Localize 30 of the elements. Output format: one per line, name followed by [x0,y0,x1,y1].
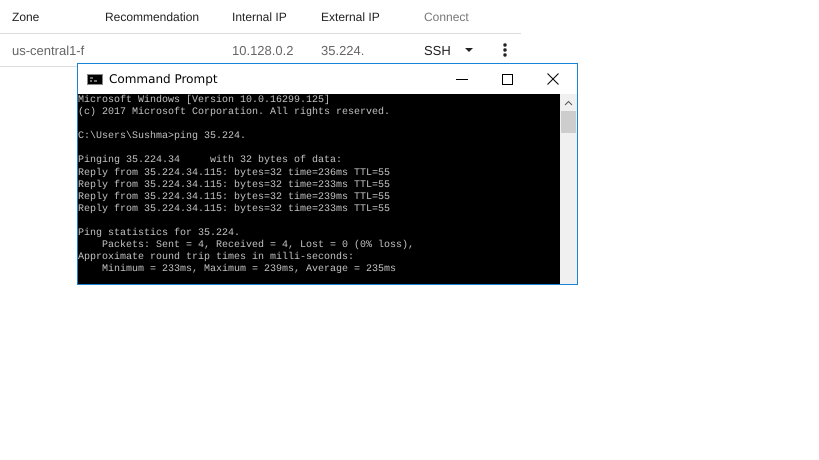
console-line: Reply from 35.224.34.115: bytes=32 time=239ms TTL=55 [78,192,392,204]
column-header: Recommendation [105,10,200,24]
table-cell: us-central1-f [12,42,84,58]
console-line: Approximate round trip times in milli-seconds: [78,252,356,264]
column-header: Connect [424,10,469,24]
column-header: External IP [321,10,380,24]
window-title: Command Prompt [109,72,218,86]
console-line: Minimum = 233ms, Maximum = 239ms, Average = 235ms [101,264,398,276]
terminal-icon [87,74,103,84]
column-header: Zone [12,10,40,24]
table-cell: 10.128.0.2 [232,42,294,58]
more-icon[interactable] [503,43,507,57]
console-line: Reply from 35.224.34.115: bytes=32 time=233ms TTL=55 [78,180,392,192]
console-line: C:\Users\Sushma>ping 35.224. [78,131,248,144]
column-header: Internal IP [232,10,287,24]
console-line: Packets: Sent = 4, Received = 4, Lost = 0 (0% loss), [101,240,416,252]
console-line: Microsoft Windows [Version 10.0.16299.125] [78,95,332,106]
close-icon[interactable] [547,73,559,85]
scrollbar[interactable] [560,94,577,284]
scroll-up-icon[interactable] [564,100,573,106]
table-cell: 35.224. [321,42,364,58]
maximize-icon[interactable] [502,74,513,84]
console-line: Ping statistics for 35.224. [78,228,242,240]
console-line: Reply from 35.224.34.115: bytes=32 time=233ms TTL=55 [78,204,392,216]
console-line: (c) 2017 Microsoft Corporation. All rights reserved. [78,107,392,120]
scrollbar-thumb[interactable] [561,111,576,133]
console-line: Pinging 35.224.34 with 32 bytes of data: [78,155,344,168]
caret-icon[interactable] [464,48,473,52]
console-line: Reply from 35.224.34.115: bytes=32 time=236ms TTL=55 [78,168,392,180]
ssh-button[interactable]: SSH [424,42,451,58]
